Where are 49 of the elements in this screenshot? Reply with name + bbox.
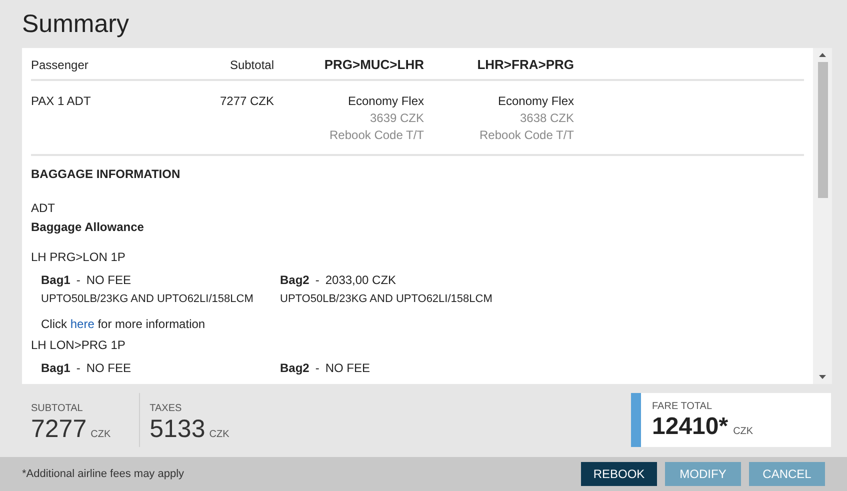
separator: - [315,272,320,289]
footnote: *Additional airline fees may apply [22,466,184,482]
separator: - [76,272,80,289]
column-header: Passenger [31,58,88,72]
rebook-code: Rebook Code T/T [330,127,424,144]
bag-label: Bag2 [280,272,310,289]
scroll-up-icon[interactable] [819,53,826,57]
fare-name: Economy Flex [348,93,424,110]
bag-label: Bag1 [41,360,70,377]
bag-fee: NO FEE [86,272,132,289]
fare-total-amount: 12410* [652,413,728,441]
section-subheading: Baggage Allowance [31,219,144,236]
table-cell: 7277 CZK [220,94,274,108]
rebook-button[interactable]: REBOOK [581,462,657,486]
bag-label: Bag2 [280,360,310,377]
currency-label: CZK [209,428,230,442]
scrollbar-thumb[interactable] [818,62,828,198]
more-info-link[interactable]: here [70,317,94,331]
currency-label: CZK [733,425,754,439]
fare-price: 3638 CZK [520,110,574,127]
scrollbar[interactable] [813,48,832,384]
total-label: TAXES [150,403,182,415]
bag-label: Bag1 [41,272,70,289]
currency-label: CZK [90,428,111,442]
route-label: LH PRG>LON 1P [31,249,126,266]
separator: - [315,360,320,377]
fare-name: Economy Flex [498,93,574,110]
scroll-down-icon[interactable] [819,375,826,379]
total-label: SUBTOTAL [31,403,83,415]
total-amount: 7277 [31,415,87,443]
bag-limits: UPTO50LB/23KG AND UPTO62LI/158LCM [41,292,254,307]
bag-fee: NO FEE [86,360,132,377]
bag-fee: 2033,00 CZK [325,272,396,289]
fare-price: 3639 CZK [370,110,424,127]
passenger-type: ADT [31,200,55,217]
rebook-code: Rebook Code T/T [480,127,574,144]
route-label: LH LON>PRG 1P [31,337,126,354]
bag-limits: UPTO50LB/23KG AND UPTO62LI/158LCM [280,292,492,307]
total-amount: 5133 [150,415,206,443]
column-header: PRG>MUC>LHR [324,56,424,72]
section-heading: BAGGAGE INFORMATION [31,166,180,183]
table-cell: PAX 1 ADT [31,94,91,108]
page-title: Summary [21,9,130,40]
separator: - [76,360,80,377]
column-header: LHR>FRA>PRG [477,56,574,72]
bag-fee: NO FEE [325,360,370,377]
info-text: Click here for more information [40,316,206,333]
column-header: Subtotal [230,58,274,72]
total-label: FARE TOTAL [652,401,712,413]
